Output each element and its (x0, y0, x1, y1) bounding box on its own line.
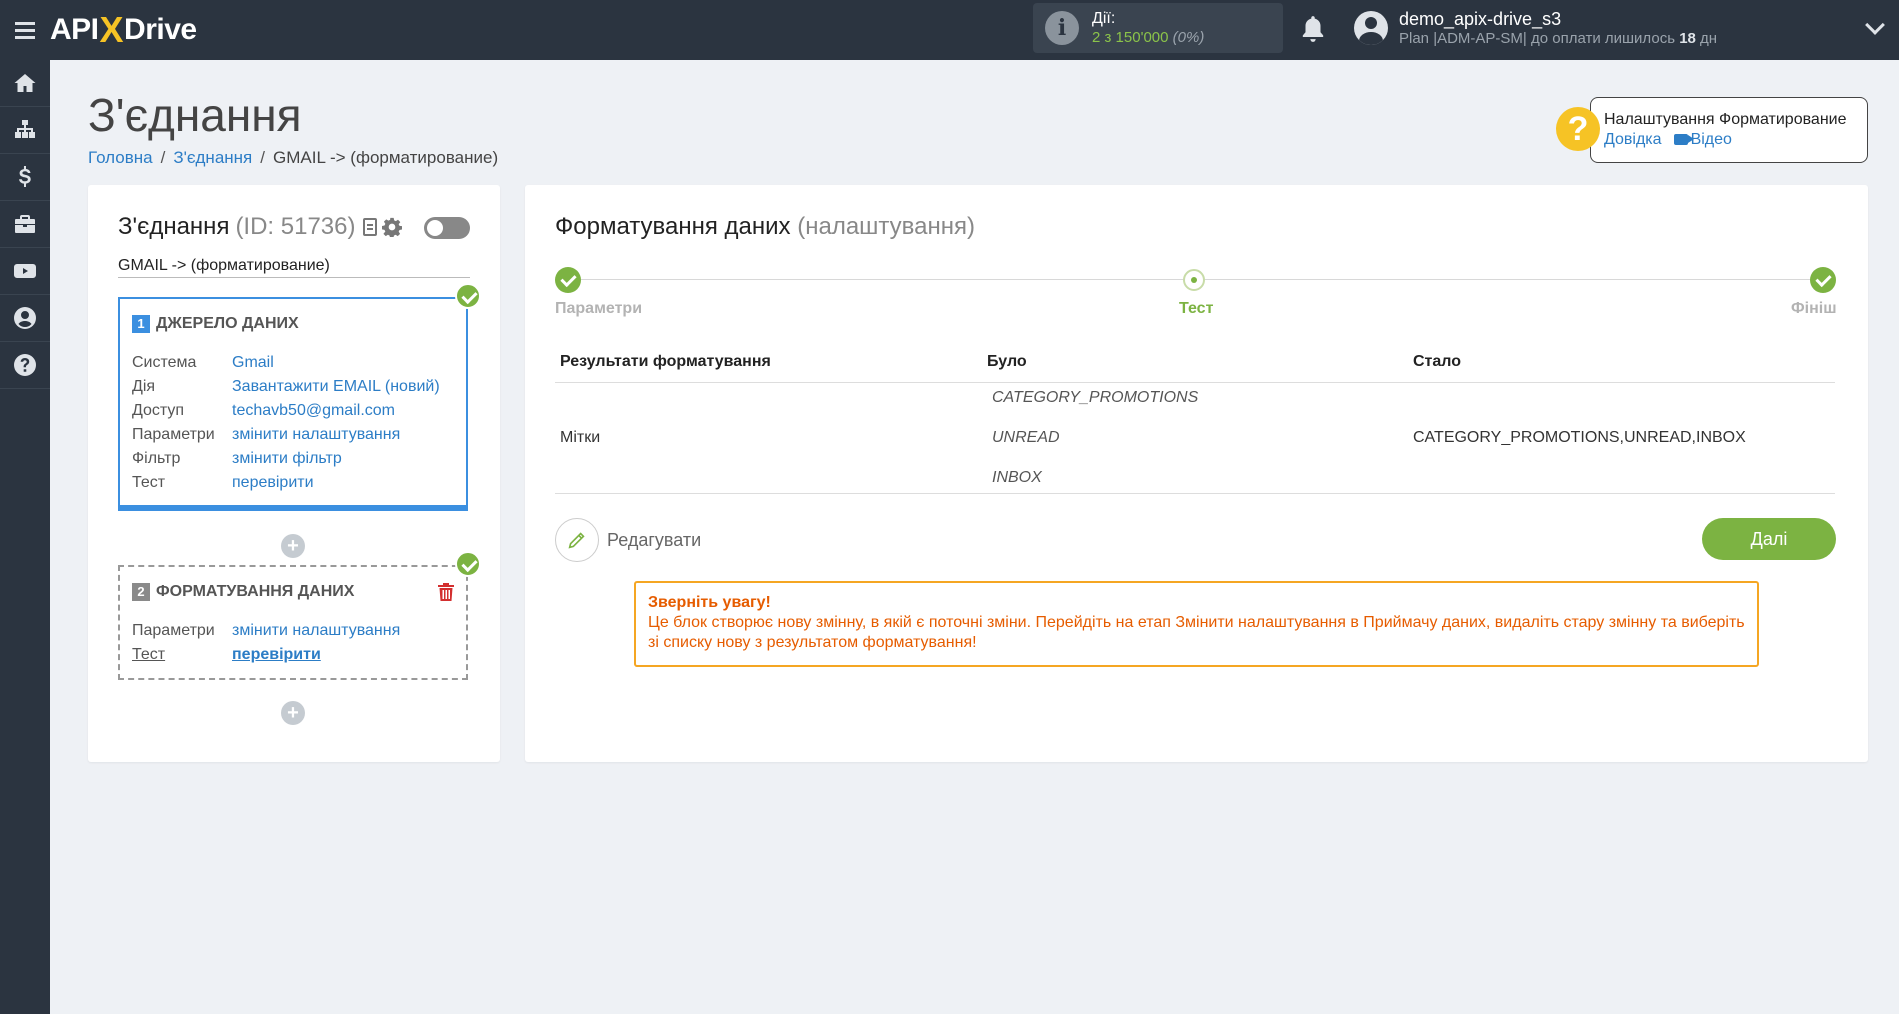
connection-toggle[interactable] (424, 217, 470, 239)
sidebar-item-video[interactable] (0, 248, 50, 295)
user-avatar[interactable] (1354, 11, 1388, 45)
edit-button[interactable] (555, 518, 599, 562)
actions-percent: (0%) (1172, 29, 1205, 46)
row-label: Доступ (132, 402, 185, 419)
source-access-link[interactable]: techavb50@gmail.com (232, 399, 395, 423)
connection-name[interactable]: GMAIL -> (форматирование) (118, 257, 470, 278)
sitemap-icon (15, 120, 35, 138)
check-icon (455, 551, 481, 577)
step-finish-dot[interactable] (1810, 267, 1836, 293)
column-header: Результати форматування (560, 353, 771, 370)
gear-icon[interactable] (381, 217, 402, 237)
sidebar-item-services[interactable] (0, 201, 50, 248)
row-label: Дія (132, 378, 156, 395)
was-value: INBOX (992, 469, 1042, 486)
source-block: 1 ДЖЕРЕЛО ДАНИХ Система Gmail Дія Завантаж… (118, 297, 468, 511)
help-icon (14, 354, 36, 376)
block-title: ФОРМАТУВАННЯ ДАНИХ (156, 583, 355, 600)
formatting-block: 2 ФОРМАТУВАННЯ ДАНИХ Параметри змінити на… (118, 565, 468, 680)
info-icon: i (1045, 11, 1079, 45)
breadcrumb-home[interactable]: Головна (88, 148, 153, 167)
results-table: Результати форматування Було Стало Мітки… (555, 353, 1835, 494)
question-icon[interactable]: ? (1556, 107, 1600, 151)
row-label: Фільтр (132, 450, 181, 467)
document-icon[interactable] (362, 218, 377, 236)
sidebar-item-home[interactable] (0, 60, 50, 107)
breadcrumb-current: GMAIL -> (форматирование) (273, 148, 499, 167)
column-header: Стало (1413, 353, 1462, 370)
was-value: UNREAD (992, 429, 1060, 446)
block-title: ДЖЕРЕЛО ДАНИХ (156, 315, 299, 332)
briefcase-icon (15, 215, 35, 233)
connection-title: З'єднання (118, 213, 230, 240)
help-title: Налаштування Форматирование (1604, 111, 1847, 128)
sidebar-item-billing[interactable] (0, 154, 50, 201)
step-finish-label[interactable]: Фініш (1791, 300, 1837, 318)
source-system-link[interactable]: Gmail (232, 351, 274, 375)
actions-counter: i Дії: 2 з 150'000 (0%) (1033, 3, 1283, 53)
edit-label[interactable]: Редагувати (607, 530, 701, 551)
actions-count: 2 з 150'000 (1092, 29, 1169, 46)
formatting-card: Форматування даних (налаштування) Параме… (525, 185, 1868, 762)
formatting-title: Форматування даних (555, 213, 791, 240)
table-row: Мітки CATEGORY_PROMOTIONS UNREAD INBOX C… (555, 383, 1835, 494)
top-bar: API X Drive i Дії: 2 з 150'000 (0%) demo_a… (0, 0, 1899, 60)
add-block-button[interactable]: + (281, 534, 305, 558)
breadcrumb-connections[interactable]: З'єднання (173, 148, 252, 167)
dollar-icon (19, 166, 31, 187)
bell-icon[interactable] (1300, 14, 1326, 44)
connection-id: (ID: 51736) (235, 213, 356, 240)
menu-icon[interactable] (0, 0, 50, 60)
sidebar-item-help[interactable] (0, 342, 50, 389)
home-icon (14, 74, 36, 92)
format-test-link[interactable]: перевірити (232, 643, 321, 667)
format-params-link[interactable]: змінити налаштування (232, 619, 400, 643)
help-box: Налаштування Форматирование Довідка Відео (1590, 97, 1868, 163)
row-label: Тест (132, 646, 166, 663)
warning-box: Зверніть увагу! Це блок створює нову змі… (634, 581, 1759, 667)
was-value: CATEGORY_PROMOTIONS (992, 389, 1199, 406)
step-params-dot[interactable] (555, 267, 581, 293)
logo[interactable]: API X Drive (50, 9, 197, 51)
check-icon (455, 283, 481, 309)
actions-label: Дії: (1092, 10, 1116, 27)
source-test-link[interactable]: перевірити (232, 471, 314, 495)
formatting-subtitle: (налаштування) (797, 213, 976, 240)
user-plan: Plan |ADM-AP-SM| до оплати лишилось 18 д… (1399, 30, 1718, 47)
user-icon (14, 307, 36, 329)
row-label: Параметри (132, 622, 215, 639)
video-icon (1673, 134, 1694, 145)
next-button[interactable]: Далі (1702, 518, 1836, 560)
became-value: CATEGORY_PROMOTIONS,UNREAD,INBOX (1413, 429, 1746, 446)
block-number: 1 (132, 315, 150, 333)
pencil-icon (568, 532, 585, 549)
sidebar-item-connections[interactable] (0, 107, 50, 154)
trash-icon[interactable] (438, 583, 454, 601)
step-params-label[interactable]: Параметри (555, 300, 642, 318)
row-label: Параметри (132, 426, 215, 443)
warning-text: Це блок створює нову змінну, в якій є по… (648, 614, 1745, 651)
sidebar (0, 60, 50, 1014)
sidebar-item-profile[interactable] (0, 295, 50, 342)
chevron-down-icon[interactable] (1865, 15, 1885, 35)
source-params-link[interactable]: змінити налаштування (232, 423, 400, 447)
breadcrumb: Головна / З'єднання / GMAIL -> (форматирован… (88, 148, 499, 167)
source-action-link[interactable]: Завантажити EMAIL (новий) (232, 375, 440, 399)
step-test-label[interactable]: Тест (1179, 300, 1213, 318)
warning-title: Зверніть увагу! (648, 594, 771, 611)
field-label: Мітки (560, 429, 601, 446)
row-label: Тест (132, 474, 166, 491)
user-name[interactable]: demo_apix-drive_s3 (1399, 9, 1717, 29)
row-label: Система (132, 354, 197, 371)
block-number: 2 (132, 583, 150, 601)
youtube-icon (14, 264, 36, 278)
video-link[interactable]: Відео (1691, 131, 1732, 148)
source-filter-link[interactable]: змінити фільтр (232, 447, 342, 471)
step-test-dot[interactable] (1183, 269, 1205, 291)
connection-card: З'єднання (ID: 51736) GMAIL -> (форматир… (88, 185, 500, 762)
page-title: З'єднання (88, 89, 302, 141)
help-link[interactable]: Довідка (1604, 131, 1662, 148)
add-block-button[interactable]: + (281, 701, 305, 725)
